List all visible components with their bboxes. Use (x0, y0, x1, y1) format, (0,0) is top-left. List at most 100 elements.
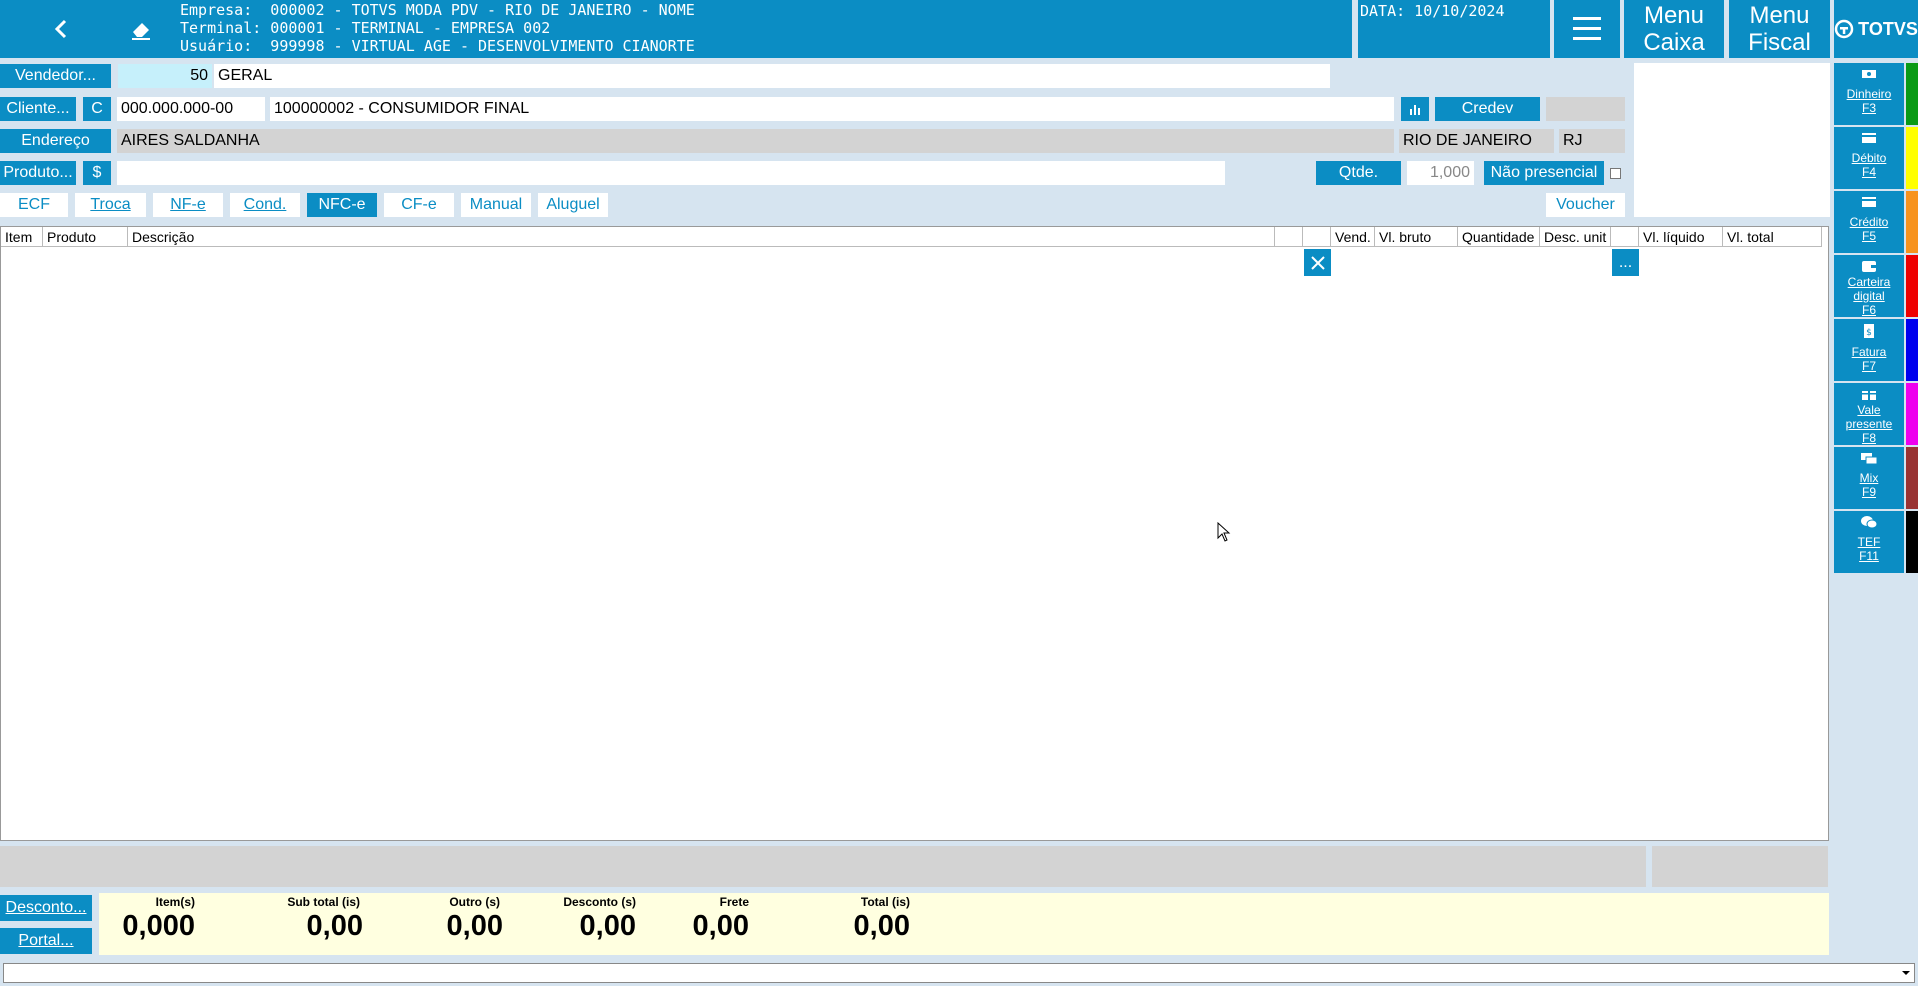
carteira-label: Carteira digital (1847, 275, 1891, 303)
hamburger-menu-button[interactable] (1554, 0, 1620, 58)
item-more-button[interactable]: ... (1612, 249, 1639, 276)
close-icon (1310, 255, 1325, 270)
total-items-value: 0,000 (122, 910, 195, 942)
totvs-logo: TOTVS (1834, 0, 1918, 58)
tab-aluguel[interactable]: Aluguel (538, 193, 608, 217)
dinheiro-color-stripe (1906, 63, 1918, 125)
payment-tef-button[interactable]: TEF F11 (1834, 511, 1904, 573)
fatura-label: Fatura (1851, 345, 1887, 359)
col-vend[interactable]: Vend. (1331, 227, 1375, 247)
total-label: Total (is) (860, 895, 910, 909)
produto-button[interactable]: Produto... (0, 161, 76, 185)
credev-value-field (1546, 97, 1625, 121)
debito-label: Débito (1851, 151, 1887, 165)
payment-dinheiro-button[interactable]: Dinheiro F3 (1834, 63, 1904, 125)
tab-cond[interactable]: Cond. (230, 193, 300, 217)
mix-key: F9 (1861, 485, 1876, 499)
totvs-logo-text: TOTVS (1858, 18, 1918, 39)
mix-color-stripe (1906, 447, 1918, 509)
vale-label: Vale presente (1845, 403, 1893, 431)
status-bar-right (1652, 846, 1828, 887)
col-blank-3[interactable] (1611, 227, 1639, 247)
cliente-stats-button[interactable] (1401, 97, 1429, 121)
endereco-button[interactable]: Endereço (0, 129, 111, 153)
bar-chart-icon (1410, 105, 1420, 115)
cliente-type-button[interactable]: C (83, 97, 111, 121)
credito-color-stripe (1906, 191, 1918, 253)
nao-presencial-checkbox[interactable] (1610, 168, 1621, 179)
endereco-field: AIRES SALDANHA (117, 129, 1394, 153)
total-items-label: Item(s) (155, 895, 195, 909)
cliente-button[interactable]: Cliente... (0, 97, 76, 121)
remove-item-button[interactable] (1304, 249, 1331, 276)
mouse-cursor-icon (1217, 522, 1231, 542)
payment-debito-button[interactable]: Débito F4 (1834, 127, 1904, 189)
menu-caixa-line1: Menu (1643, 2, 1705, 29)
tab-cfe[interactable]: CF-e (384, 193, 454, 217)
payment-vale-presente-button[interactable]: Vale presente F8 (1834, 383, 1904, 445)
credito-label: Crédito (1849, 215, 1889, 229)
tab-troca[interactable]: Troca (75, 193, 146, 217)
tab-nfce[interactable]: NFC-e (307, 193, 377, 217)
payment-mix-button[interactable]: Mix F9 (1834, 447, 1904, 509)
desconto-button[interactable]: Desconto... (0, 895, 92, 921)
vendedor-name-field[interactable]: GERAL (214, 64, 1330, 88)
nao-presencial-button[interactable]: Não presencial (1484, 161, 1604, 185)
items-grid[interactable]: Item Produto Descrição Vend. Vl. bruto Q… (0, 226, 1829, 841)
col-item[interactable]: Item (1, 227, 43, 247)
credev-button[interactable]: Credev (1435, 97, 1540, 121)
col-vl-bruto[interactable]: Vl. bruto (1375, 227, 1458, 247)
qtde-field[interactable]: 1,000 (1407, 161, 1474, 185)
payment-fatura-button[interactable]: $ Fatura F7 (1834, 319, 1904, 381)
subtotal-value: 0,00 (306, 910, 363, 942)
tab-manual[interactable]: Manual (461, 193, 531, 217)
voucher-button[interactable]: Voucher (1546, 193, 1625, 217)
col-vl-total[interactable]: Vl. total (1723, 227, 1822, 247)
desconto-total-value: 0,00 (579, 910, 636, 942)
dinheiro-key: F3 (1861, 101, 1876, 115)
col-blank-2[interactable] (1303, 227, 1331, 247)
outro-label: Outro (s) (449, 895, 500, 909)
side-info-panel (1634, 63, 1830, 217)
command-input[interactable] (3, 963, 1915, 983)
frete-label: Frete (719, 895, 749, 909)
col-blank-1[interactable] (1275, 227, 1303, 247)
debit-card-icon (1862, 133, 1876, 143)
vendedor-button[interactable]: Vendedor... (0, 64, 111, 88)
col-quantidade[interactable]: Quantidade (1458, 227, 1540, 247)
credit-card-icon (1862, 197, 1876, 207)
col-descricao[interactable]: Descrição (128, 227, 1275, 247)
menu-caixa-line2: Caixa (1643, 29, 1705, 56)
produto-input[interactable] (117, 161, 1225, 185)
cliente-name-field[interactable]: 100000002 - CONSUMIDOR FINAL (270, 97, 1394, 121)
status-bar-left (0, 846, 1646, 887)
terminal-line: Terminal: 000001 - TERMINAL - EMPRESA 00… (180, 19, 551, 37)
menu-fiscal-button[interactable]: Menu Fiscal (1729, 0, 1830, 58)
fatura-key: F7 (1861, 359, 1876, 373)
cidade-field: RIO DE JANEIRO (1399, 129, 1554, 153)
back-button[interactable] (40, 8, 84, 50)
col-produto[interactable]: Produto (43, 227, 128, 247)
menu-caixa-button[interactable]: Menu Caixa (1624, 0, 1724, 58)
frete-value: 0,00 (692, 910, 749, 942)
portal-button[interactable]: Portal... (0, 928, 92, 954)
tab-nfe[interactable]: NF-e (153, 193, 223, 217)
tef-icon (1861, 516, 1878, 529)
date-display: DATA: 10/10/2024 (1358, 0, 1550, 58)
cliente-doc-field[interactable]: 000.000.000-00 (117, 97, 265, 121)
qtde-button[interactable]: Qtde. (1316, 161, 1401, 185)
payment-carteira-digital-button[interactable]: Carteira digital F6 (1834, 255, 1904, 317)
tab-ecf[interactable]: ECF (0, 193, 68, 217)
command-dropdown-button[interactable] (1897, 964, 1914, 982)
vendedor-code-field[interactable]: 50 (118, 64, 212, 88)
tef-label: TEF (1857, 535, 1881, 549)
cash-icon (1862, 70, 1876, 78)
carteira-key: F6 (1861, 303, 1876, 317)
col-desc-unit[interactable]: Desc. unit (1540, 227, 1611, 247)
payment-credito-button[interactable]: Crédito F5 (1834, 191, 1904, 253)
invoice-icon: $ (1864, 324, 1874, 338)
col-vl-liquido[interactable]: Vl. líquido (1639, 227, 1723, 247)
clear-button[interactable] (120, 8, 162, 50)
produto-price-button[interactable]: $ (83, 161, 111, 185)
menu-fiscal-line2: Fiscal (1748, 29, 1811, 56)
